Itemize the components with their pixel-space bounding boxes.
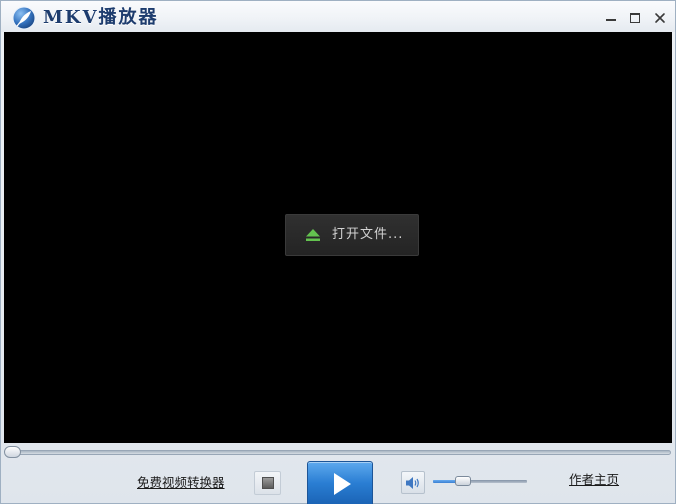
close-icon	[655, 13, 665, 23]
volume-thumb[interactable]	[455, 476, 472, 486]
feather-logo-icon	[12, 6, 36, 30]
volume-track[interactable]	[433, 480, 527, 483]
open-file-button[interactable]: 打开文件...	[285, 214, 419, 256]
video-area: 打开文件...	[4, 32, 672, 443]
maximize-icon	[630, 13, 640, 23]
seek-track[interactable]	[5, 450, 671, 455]
video-converter-link[interactable]: 免费视频转换器	[137, 475, 225, 491]
title-bar[interactable]: MKV播放器	[1, 1, 675, 32]
control-toolbar: 免费视频转换器 作者主页	[1, 459, 675, 504]
seek-bar	[1, 443, 675, 459]
play-icon	[334, 473, 351, 495]
speaker-icon	[406, 477, 419, 489]
play-button[interactable]	[307, 461, 373, 504]
author-homepage-link[interactable]: 作者主页	[569, 472, 619, 488]
player-window: MKV播放器 打开文件... 免费视频转换器 作者主页	[0, 0, 676, 504]
open-file-label: 打开文件...	[332, 227, 404, 242]
minimize-icon	[606, 19, 616, 21]
window-title: MKV播放器	[43, 7, 159, 28]
maximize-button[interactable]	[628, 10, 642, 24]
mute-button[interactable]	[401, 471, 425, 494]
stop-icon	[262, 477, 274, 489]
close-button[interactable]	[653, 10, 667, 24]
seek-thumb[interactable]	[4, 446, 21, 458]
eject-icon	[306, 229, 320, 241]
stop-button[interactable]	[254, 471, 281, 495]
minimize-button[interactable]	[604, 10, 618, 24]
